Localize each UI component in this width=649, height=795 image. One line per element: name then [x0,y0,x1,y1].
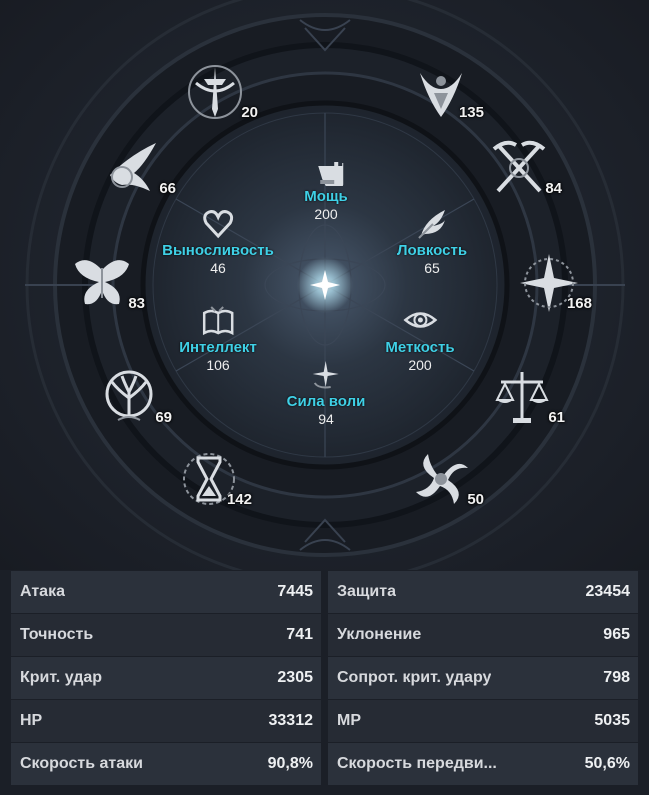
stat-row-label: Защита [337,583,396,600]
stat-name: Ловкость [396,242,468,259]
stat-name: Мощь [304,188,348,205]
stat-row-value: 798 [603,669,630,686]
stat-row: Атака 7445 [11,571,321,614]
stat-row-value: 741 [286,626,313,643]
outer-node-value: 84 [545,180,562,197]
stat-row-value: 50,6% [584,755,630,772]
heart-icon [203,210,233,239]
stat-value: 65 [424,260,440,276]
outer-node-value: 20 [241,104,258,121]
stat-row-value: 23454 [585,583,631,600]
winged-bird-icon [110,143,156,191]
outer-node-tree-of-life[interactable]: 69 [96,364,172,430]
outer-node-value: 61 [548,409,565,426]
stat-row: MP 5035 [328,700,638,743]
stat-value: 46 [210,260,226,276]
outer-node-butterfly[interactable]: 83 [69,250,145,316]
stat-row-label: MP [337,712,361,729]
stat-row-value: 90,8% [267,755,313,772]
stat-row: Скорость передви... 50,6% [328,743,638,786]
outer-node-value: 66 [159,180,176,197]
stat-row-value: 2305 [277,669,313,686]
stat-row: Уклонение 965 [328,614,638,657]
stat-row-label: Уклонение [337,626,422,643]
stat-row: Защита 23454 [328,571,638,614]
outer-node-swirl[interactable]: 50 [408,446,484,512]
crossed-scythes-icon [492,140,546,193]
stat-name: Выносливость [162,242,274,259]
fist-icon [317,162,343,186]
scales-icon [495,372,549,423]
stat-row: Точность 741 [11,614,321,657]
stats-table: Атака 7445 Защита 23454 Точность 741 Уклоне… [11,571,638,786]
stat-row-label: Скорость передви... [337,755,497,772]
attribute-wheel: 20 135 66 84 83 168 69 61 142 50 Мощь 20… [0,0,649,570]
outer-node-star-compass[interactable]: 168 [516,250,592,316]
stat-row-value: 965 [603,626,630,643]
stat-row-label: Точность [20,626,94,643]
swirl-icon [416,454,468,504]
stat-row: Скорость атаки 90,8% [11,743,321,786]
sparkle-icon [313,361,339,389]
feather-icon [418,210,445,239]
sword-crest-icon [188,65,242,119]
stat-value: 200 [314,206,338,222]
stat-power[interactable]: Мощь 200 [304,152,348,222]
stat-name: Интеллект [179,339,257,356]
stat-row-label: Скорость атаки [20,755,143,772]
stat-name: Меткость [385,339,455,356]
stat-value: 200 [408,357,432,373]
outer-node-scales[interactable]: 61 [489,364,565,430]
stat-row: Крит. удар 2305 [11,657,321,700]
stat-row: HP 33312 [11,700,321,743]
outer-node-crossed-scythes[interactable]: 84 [486,135,562,201]
stat-row-label: HP [20,712,43,729]
stat-row-value: 7445 [277,583,313,600]
outer-node-value: 135 [458,104,484,121]
stat-agility[interactable]: Ловкость 65 [397,206,467,276]
stat-value: 94 [318,411,334,427]
stat-value: 106 [206,357,230,373]
stat-row-label: Крит. удар [20,669,103,686]
tree-of-life-icon [105,370,153,421]
outer-node-value: 168 [566,295,592,312]
butterfly-icon [75,260,129,305]
stat-row: Сопрот. крит. удару 798 [328,657,638,700]
outer-node-hourglass[interactable]: 142 [176,446,252,512]
outer-node-value: 142 [226,491,252,508]
stat-row-label: Атака [20,583,65,600]
outer-node-winged-bird[interactable]: 66 [100,135,176,201]
outer-node-value: 83 [128,295,145,312]
stat-name: Сила воли [286,393,366,410]
outer-node-horned-helm[interactable]: 135 [408,59,484,125]
stat-row-label: Сопрот. крит. удару [337,669,492,686]
stat-row-value: 33312 [268,712,314,729]
stat-precision[interactable]: Меткость 200 [385,303,455,373]
outer-node-sword-crest[interactable]: 20 [182,59,258,125]
stat-row-value: 5035 [594,712,630,729]
outer-node-value: 50 [467,491,484,508]
stat-endurance[interactable]: Выносливость 46 [162,206,274,276]
eye-icon [403,312,437,328]
stat-intellect[interactable]: Интеллект 106 [179,303,257,373]
book-icon [202,306,234,336]
outer-node-value: 69 [155,409,172,426]
stat-willpower[interactable]: Сила воли 94 [286,357,366,427]
